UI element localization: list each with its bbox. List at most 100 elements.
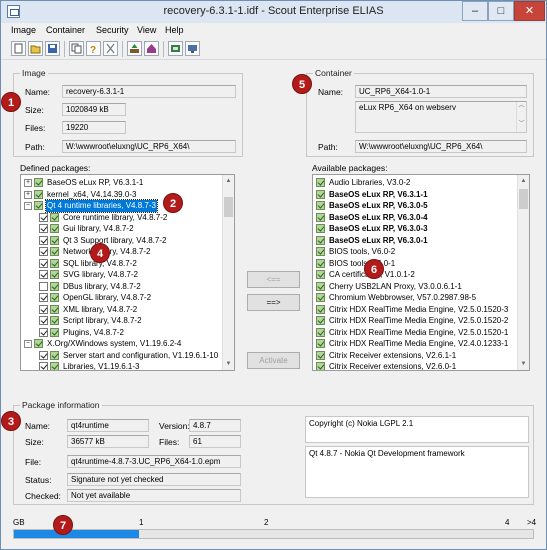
help-icon[interactable]: ? [86,41,101,56]
package-checkbox[interactable] [39,281,48,291]
available-package-row[interactable]: BaseOS eLux RP, V6.3.0-3 [313,223,516,235]
package-checkbox[interactable] [39,247,48,256]
package-checkbox[interactable] [39,270,48,279]
package-checkbox[interactable] [39,350,48,360]
available-package-row[interactable]: CA certificates, V1.0.1-2 [313,269,516,281]
menu-image[interactable]: Image [11,25,36,35]
available-packages-scrollbar[interactable]: ▲ ▼ [517,175,529,370]
defined-package-row[interactable]: + kernel_x64, V4.14.39.0-3 [21,189,221,201]
defined-package-row[interactable]: DBus library, V4.8.7-2 [21,281,221,293]
disk-usage-bar [13,529,534,539]
available-package-row[interactable]: Chromium Webbrowser, V57.0.2987.98-5 [313,292,516,304]
package-information-label: Package information [20,400,102,410]
scroll-up-arrow[interactable]: ▲ [518,175,529,187]
defined-package-row[interactable]: + BaseOS eLux RP, V6.3.1-1 [21,177,221,189]
pkg-name-field: qt4runtime [67,419,149,432]
usage-tick-2: 2 [264,518,269,527]
package-checkbox[interactable] [39,258,48,268]
available-package-label: BaseOS eLux RP, V6.3.0-4 [329,212,428,222]
toolbar-separator [64,41,65,57]
available-package-row[interactable]: Citrix HDX RealTime Media Engine, V2.5.0… [313,304,516,316]
copy-icon[interactable] [69,41,84,56]
defined-package-row[interactable]: Core runtime library, V4.8.7-2 [21,212,221,224]
defined-package-row[interactable]: Plugins, V4.8.7-2 [21,327,221,339]
new-icon[interactable] [11,41,26,56]
available-package-row[interactable]: BaseOS eLux RP, V6.3.0-4 [313,212,516,224]
defined-package-row[interactable]: SVG library, V4.8.7-2 [21,269,221,281]
package-checkbox[interactable] [39,235,48,245]
scroll-thumb[interactable] [519,189,528,209]
main-window: recovery-6.3.1-1.idf - Scout Enterprise … [0,0,547,550]
cut-icon[interactable] [103,41,118,56]
remove-package-button[interactable]: <== [247,271,300,288]
available-package-row[interactable]: Citrix Receiver extensions, V2.6.1-1 [313,350,516,362]
package-icon [316,212,325,222]
available-package-row[interactable]: BIOS tools, V6.0-2 [313,246,516,258]
scroll-up-arrow[interactable]: ▲ [223,175,234,187]
home-icon[interactable] [144,41,159,56]
menu-security[interactable]: Security [96,25,129,35]
open-icon[interactable] [28,41,43,56]
menu-view[interactable]: View [137,25,156,35]
available-package-row[interactable]: BaseOS eLux RP, V6.3.1-1 [313,189,516,201]
package-checkbox[interactable] [39,212,48,222]
available-package-row[interactable]: BaseOS eLux RP, V6.3.0-5 [313,200,516,212]
description-scrollbar[interactable]: ︿ ﹀ [516,102,526,132]
available-package-row[interactable]: Citrix HDX RealTime Media Engine, V2.4.0… [313,338,516,350]
defined-package-row[interactable]: − X.Org/XWindows system, V1.19.6.2-4 [21,338,221,350]
available-package-row[interactable]: Citrix HDX RealTime Media Engine, V2.5.0… [313,327,516,339]
available-package-label: Citrix HDX RealTime Media Engine, V2.4.0… [329,339,509,348]
defined-package-row[interactable]: Script library, V4.8.7-2 [21,315,221,327]
available-package-row[interactable]: Citrix HDX RealTime Media Engine, V2.5.0… [313,315,516,327]
package-checkbox[interactable] [39,304,48,314]
defined-packages-scrollbar[interactable]: ▲ ▼ [222,175,234,370]
scroll-thumb[interactable] [224,197,233,217]
defined-package-label: Libraries, V1.19.6.1-3 [63,362,140,371]
defined-package-row[interactable]: Network library, V4.8.7-2 [21,246,221,258]
defined-package-row[interactable]: XML library, V4.8.7-2 [21,304,221,316]
collapse-icon[interactable]: − [24,340,32,348]
add-package-button[interactable]: ==> [247,294,300,311]
package-checkbox[interactable] [39,293,48,302]
defined-package-row[interactable]: − Qt 4 runtime libraries, V4.8.7-3 [21,199,221,213]
available-package-row[interactable]: Cherry USB2LAN Proxy, V3.0.0.6.1-1 [313,281,516,293]
defined-packages-tree[interactable]: ▲ ▼ + BaseOS eLux RP, V6.3.1-1 + kernel_x64… [20,174,235,371]
defined-package-row[interactable]: Server start and configuration, V1.19.6.… [21,350,221,362]
package-icon [50,327,59,337]
properties-icon[interactable] [168,41,183,56]
scroll-down-arrow[interactable]: ▼ [518,358,529,370]
package-icon [316,293,325,302]
defined-package-row[interactable]: SQL library, V4.8.7-2 [21,258,221,270]
defined-package-row[interactable]: Qt 3 Support library, V4.8.7-2 [21,235,221,247]
minimize-button[interactable]: – [462,1,488,21]
pkg-size-field: 36577 kB [67,435,149,448]
available-package-row[interactable]: BaseOS eLux RP, V6.3.0-1 [313,235,516,247]
image-files-label: Files: [25,123,46,133]
available-packages-list[interactable]: ▲ ▼ Audio Libraries, V3.0-2 BaseOS eLux R… [312,174,530,371]
package-checkbox[interactable] [39,316,48,325]
save-icon[interactable] [45,41,60,56]
package-checkbox[interactable] [39,224,48,233]
maximize-button[interactable]: □ [488,1,514,21]
settings-icon[interactable] [185,41,200,56]
available-package-row[interactable]: BIOS tools, V6.0-1 [313,258,516,270]
menu-help[interactable]: Help [165,25,184,35]
package-icon [50,224,59,233]
package-checkbox[interactable] [39,362,48,370]
defined-package-row[interactable]: Gui library, V4.8.7-2 [21,223,221,235]
available-package-row[interactable]: Citrix Receiver extensions, V2.6.0-1 [313,361,516,370]
menu-container[interactable]: Container [46,25,85,35]
expand-icon[interactable]: + [24,190,32,199]
scroll-down-arrow[interactable]: ▼ [223,358,234,370]
activate-button[interactable]: Activate [247,352,300,369]
close-button[interactable]: ✕ [514,1,545,21]
defined-package-label: Script library, V4.8.7-2 [63,316,142,325]
expand-icon[interactable]: + [24,179,32,187]
available-package-row[interactable]: Audio Libraries, V3.0-2 [313,177,516,189]
defined-package-row[interactable]: OpenGL library, V4.8.7-2 [21,292,221,304]
collapse-icon[interactable]: − [24,202,32,210]
upload-icon[interactable] [127,41,142,56]
pkg-license-text: Copyright (c) Nokia LGPL 2.1 [309,419,414,428]
package-checkbox[interactable] [39,327,48,337]
defined-package-row[interactable]: Libraries, V1.19.6.1-3 [21,361,221,371]
